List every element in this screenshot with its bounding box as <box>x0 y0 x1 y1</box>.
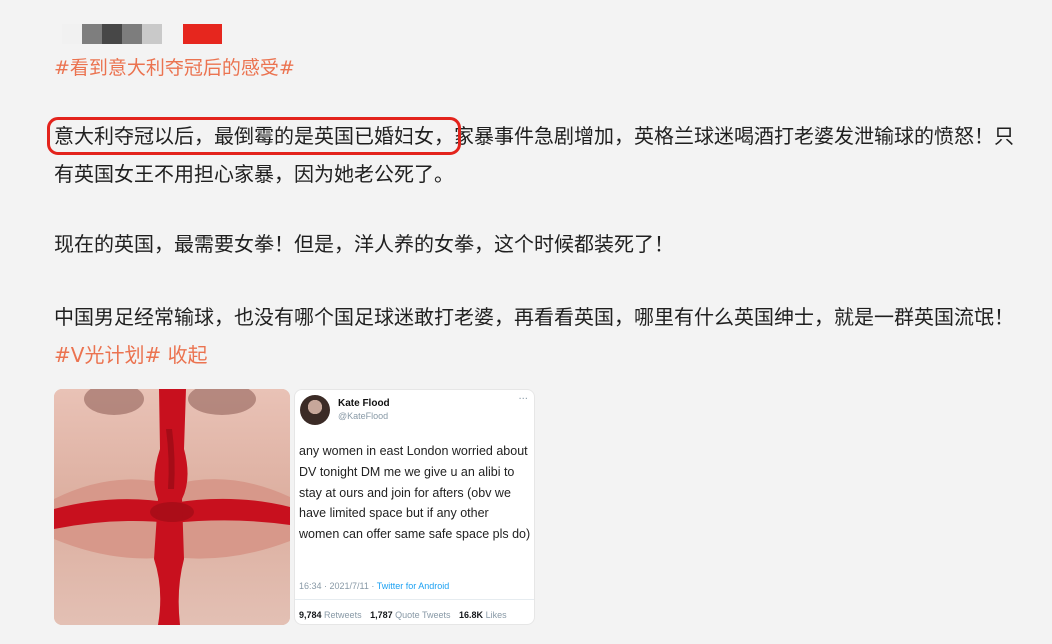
v-light-hashtag[interactable]: #V光计划# <box>54 343 161 367</box>
post-paragraph-2: 现在的英国，最需要女拳！但是，洋人养的女拳，这个时候都装死了！ <box>54 232 674 256</box>
tweet-author-handle: @KateFlood <box>338 411 389 421</box>
redacted-block <box>183 24 222 44</box>
tweet-text: any women in east London worried about D… <box>299 444 531 542</box>
quotes-label: Quote Tweets <box>395 610 451 620</box>
tweet-meta: 16:34 · 2021/7/11 · Twitter for Android <box>299 581 449 591</box>
tweet-stats: 9,784 Retweets 1,787 Quote Tweets 16.8K … <box>299 610 507 620</box>
more-options-icon: ··· <box>518 394 528 405</box>
username-obscured[interactable] <box>62 24 162 44</box>
lips-red-cross-image <box>54 389 290 625</box>
topic-hashtag[interactable]: #看到意大利夺冠后的感受# <box>54 53 295 80</box>
weibo-post: #看到意大利夺冠后的感受# 意大利夺冠以后，最倒霉的是英国已婚妇女，家暴事件急剧… <box>0 0 1052 644</box>
tweet-divider <box>295 599 534 600</box>
likes-count: 16.8K <box>459 610 484 620</box>
tweet-time: 16:34 · 2021/7/11 · <box>299 581 377 591</box>
post-image-tweet[interactable]: Kate Flood @KateFlood ··· any women in e… <box>294 389 535 625</box>
post-paragraph-1: 意大利夺冠以后，最倒霉的是英国已婚妇女，家暴事件急剧增加，英格兰球迷喝酒打老婆发… <box>47 117 1029 193</box>
collapse-link[interactable]: 收起 <box>168 343 208 367</box>
likes-label: Likes <box>485 610 507 620</box>
paragraph-3-text: 中国男足经常输球，也没有哪个国足球迷敢打老婆，再看看英国，哪里有什么英国绅士，就… <box>54 305 1014 329</box>
post-image-lips[interactable] <box>54 389 290 625</box>
retweets-count: 9,784 <box>299 610 322 620</box>
tweet-author-name: Kate Flood <box>338 398 390 409</box>
tweet-source: Twitter for Android <box>376 581 450 591</box>
retweets-label: Retweets <box>324 610 362 620</box>
quotes-count: 1,787 <box>370 610 393 620</box>
post-paragraph-3: 中国男足经常输球，也没有哪个国足球迷敢打老婆，再看看英国，哪里有什么英国绅士，就… <box>54 298 1029 374</box>
tweet-avatar <box>300 395 330 425</box>
highlighted-phrase: 意大利夺冠以后，最倒霉的是英国已婚妇女， <box>47 117 461 155</box>
